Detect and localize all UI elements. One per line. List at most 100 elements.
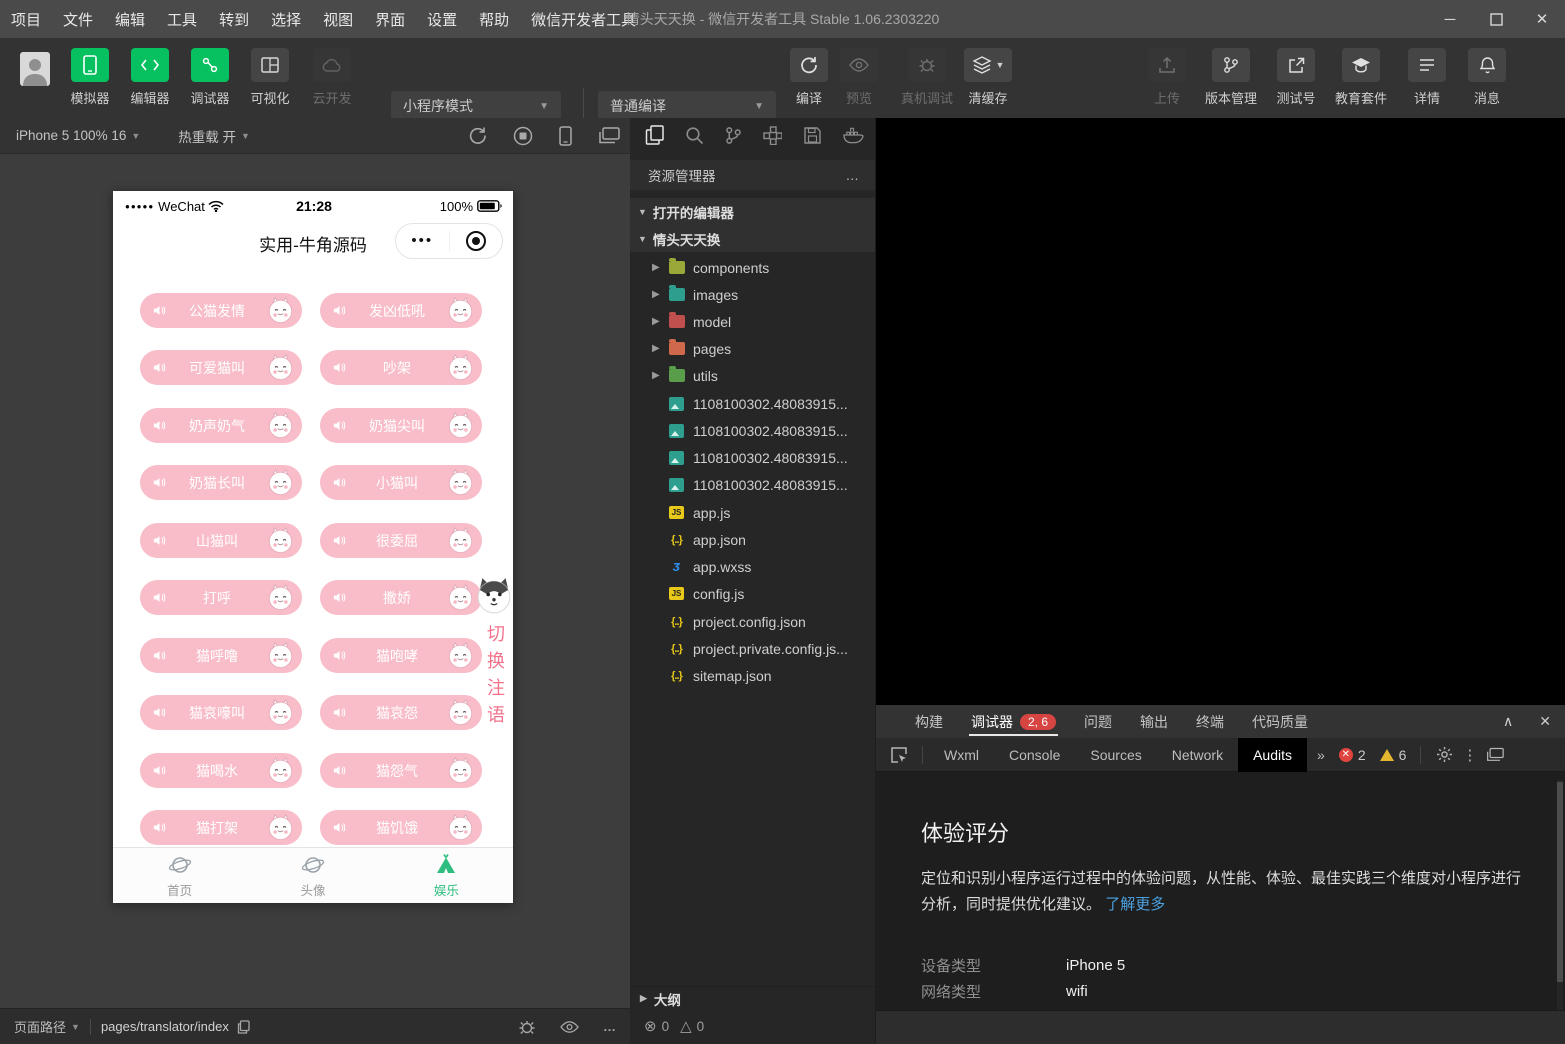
user-avatar[interactable] (20, 52, 50, 86)
sound-button[interactable]: 猫咆哮 (320, 638, 482, 673)
minimize-button[interactable]: ─ (1427, 0, 1473, 38)
tree-folder-utils[interactable]: ▶utils (630, 362, 875, 389)
menu-file[interactable]: 文件 (52, 9, 104, 30)
tree-file-project-private-config[interactable]: {..}project.private.config.js... (630, 635, 875, 662)
tree-folder-model[interactable]: ▶model (630, 308, 875, 335)
tree-file-image[interactable]: 1108100302.48083915... (630, 444, 875, 471)
sound-button[interactable]: 很委屈 (320, 523, 482, 558)
sound-button[interactable]: 撒娇 (320, 580, 482, 615)
details-button[interactable]: 详情 (1397, 48, 1457, 107)
bug-icon[interactable] (518, 1018, 536, 1036)
sound-button[interactable]: 奶猫尖叫 (320, 408, 482, 443)
tab-audits[interactable]: Audits (1238, 738, 1307, 772)
mode-select[interactable]: 小程序模式 ▼ (391, 91, 561, 121)
sound-button[interactable]: 猫喝水 (140, 753, 302, 788)
gear-icon[interactable] (1436, 746, 1453, 763)
sound-button[interactable]: 猫饥饿 (320, 810, 482, 845)
sound-button[interactable]: 猫呼噜 (140, 638, 302, 673)
menu-interface[interactable]: 界面 (364, 9, 416, 30)
tree-file-project-config[interactable]: {..}project.config.json (630, 608, 875, 635)
tab-debugger[interactable]: 调试器 2, 6 (957, 705, 1070, 738)
sound-button[interactable]: 奶猫长叫 (140, 465, 302, 500)
device-selector[interactable]: iPhone 5 100% 16 ▼ (6, 128, 150, 143)
editor-toggle-button[interactable]: 编辑器 (120, 48, 180, 107)
inspect-element-icon[interactable] (890, 746, 908, 764)
sound-button[interactable]: 猫怨气 (320, 753, 482, 788)
undock-icon[interactable] (1486, 747, 1504, 763)
tree-file-app-js[interactable]: JSapp.js (630, 499, 875, 526)
docker-icon[interactable] (843, 127, 864, 144)
sound-button[interactable]: 打呼 (140, 580, 302, 615)
sound-button[interactable]: 猫哀怨 (320, 695, 482, 730)
portrait-icon[interactable] (559, 126, 572, 146)
close-capsule-button[interactable] (450, 230, 503, 252)
messages-button[interactable]: 消息 (1457, 48, 1517, 107)
clear-cache-button[interactable]: ▼ 清缓存 (958, 48, 1018, 107)
tab-code-quality[interactable]: 代码质量 (1238, 705, 1322, 738)
search-icon[interactable] (685, 126, 704, 145)
more-actions-icon[interactable]: … (846, 168, 862, 183)
stop-icon[interactable] (513, 126, 533, 146)
copy-icon[interactable] (237, 1020, 250, 1034)
maximize-button[interactable] (1473, 0, 1519, 38)
menu-tools[interactable]: 工具 (156, 9, 208, 30)
education-suite-button[interactable]: 教育套件 (1328, 48, 1394, 107)
save-icon[interactable] (803, 126, 822, 145)
sound-button[interactable]: 山猫叫 (140, 523, 302, 558)
menu-view[interactable]: 视图 (312, 9, 364, 30)
section-open-editors[interactable]: ▼ 打开的编辑器 (630, 198, 875, 225)
sound-button[interactable]: 奶声奶气 (140, 408, 302, 443)
tree-folder-images[interactable]: ▶images (630, 281, 875, 308)
switch-language-label[interactable]: 切 换 注 语 (485, 621, 507, 729)
tab-network[interactable]: Network (1157, 738, 1238, 772)
tab-terminal[interactable]: 终端 (1182, 705, 1238, 738)
tree-file-image[interactable]: 1108100302.48083915... (630, 417, 875, 444)
tree-folder-pages[interactable]: ▶pages (630, 335, 875, 362)
learn-more-link[interactable]: 了解更多 (1105, 896, 1165, 913)
tree-folder-components[interactable]: ▶components (630, 254, 875, 281)
eye-icon[interactable] (560, 1020, 579, 1034)
tab-build[interactable]: 构建 (901, 705, 957, 738)
cascade-windows-icon[interactable] (598, 127, 620, 145)
tab-entertainment[interactable]: 娱乐 (380, 848, 513, 903)
outline-section[interactable]: ▶ 大纲 (630, 986, 875, 1010)
extensions-icon[interactable] (763, 126, 782, 145)
test-account-button[interactable]: 测试号 (1266, 48, 1326, 107)
sound-button[interactable]: 吵架 (320, 350, 482, 385)
tab-avatar[interactable]: 头像 (246, 848, 379, 903)
files-icon[interactable] (645, 125, 664, 145)
sound-button[interactable]: 发凶低吼 (320, 293, 482, 328)
compile-mode-select[interactable]: 普通编译 ▼ (598, 91, 776, 121)
tree-file-sitemap-json[interactable]: {..}sitemap.json (630, 662, 875, 689)
refresh-icon[interactable] (468, 126, 487, 145)
section-project-root[interactable]: ▼ 情头天天换 (630, 225, 875, 252)
scrollbar[interactable] (1557, 780, 1563, 1010)
switch-language-float-button[interactable] (475, 576, 513, 614)
sound-button[interactable]: 猫打架 (140, 810, 302, 845)
version-control-button[interactable]: 版本管理 (1198, 48, 1264, 107)
tab-output[interactable]: 输出 (1126, 705, 1182, 738)
tree-file-image[interactable]: 1108100302.48083915... (630, 471, 875, 498)
tree-file-app-json[interactable]: {..}app.json (630, 526, 875, 553)
more-button[interactable]: ••• (396, 236, 449, 246)
tree-file-app-wxss[interactable]: ᴣapp.wxss (630, 553, 875, 580)
console-warnings[interactable]: 6 (1380, 747, 1407, 763)
sound-button[interactable]: 小猫叫 (320, 465, 482, 500)
console-errors[interactable]: ✕ 2 (1339, 747, 1366, 763)
tab-problems[interactable]: 问题 (1070, 705, 1126, 738)
git-branch-icon[interactable] (725, 126, 742, 145)
collapse-panel-icon[interactable]: ∧ (1503, 713, 1513, 730)
kebab-menu-icon[interactable]: ⋮ (1462, 746, 1477, 764)
close-panel-icon[interactable]: ✕ (1539, 713, 1551, 730)
debugger-toggle-button[interactable]: 调试器 (180, 48, 240, 107)
close-button[interactable]: ✕ (1519, 0, 1565, 38)
tab-wxml[interactable]: Wxml (929, 738, 994, 772)
menu-edit[interactable]: 编辑 (104, 9, 156, 30)
sound-button[interactable]: 猫哀嚎叫 (140, 695, 302, 730)
tree-file-image[interactable]: 1108100302.48083915... (630, 390, 875, 417)
tab-sources[interactable]: Sources (1075, 738, 1156, 772)
tab-console[interactable]: Console (994, 738, 1075, 772)
tab-home[interactable]: 首页 (113, 848, 246, 903)
hot-reload-toggle[interactable]: 热重载 开 ▼ (168, 126, 260, 146)
menu-goto[interactable]: 转到 (208, 9, 260, 30)
